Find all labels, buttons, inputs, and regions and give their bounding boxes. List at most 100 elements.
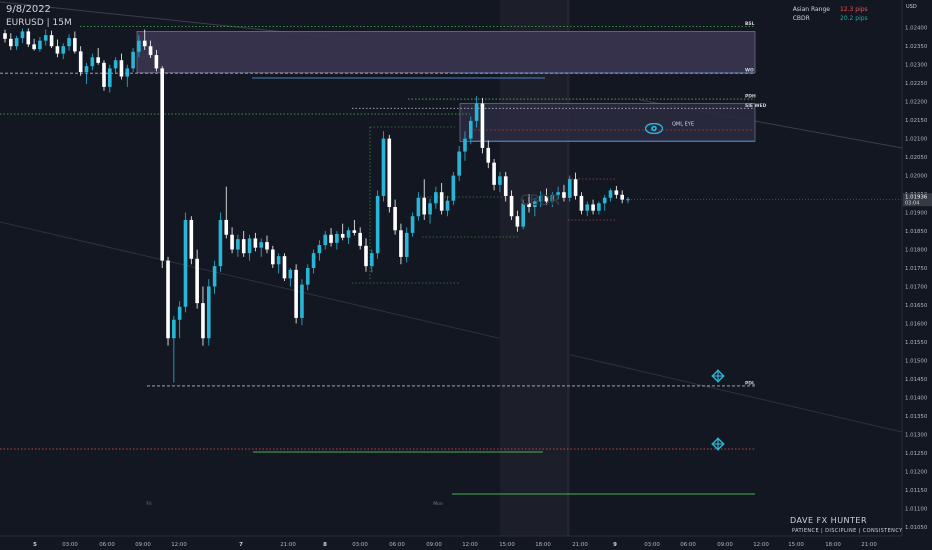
x-tick-label: 18:00 [825, 542, 841, 548]
brand-title: DAVE FX HUNTER [790, 516, 868, 525]
y-tick-label: 1.01600 [905, 321, 928, 327]
candle-body [84, 66, 89, 73]
candle-body [137, 40, 141, 52]
candle-body [614, 190, 619, 195]
y-tick-label: 1.01850 [905, 229, 928, 235]
candle-body [96, 57, 100, 63]
session-highlight [500, 0, 570, 536]
candle-body [49, 35, 54, 47]
x-tick-label: 09:00 [426, 542, 442, 548]
y-tick-label: 1.01650 [905, 303, 928, 309]
candle-body [451, 175, 456, 201]
candle-body [247, 238, 252, 254]
x-tick-label: 06:00 [99, 542, 115, 548]
candle-body [597, 203, 601, 211]
candle-body [9, 38, 13, 47]
candle-body [43, 35, 48, 41]
candle-body [509, 195, 514, 217]
x-tick-label: 06:00 [389, 542, 405, 548]
level-label: WO [745, 68, 754, 74]
y-tick-label: 1.01400 [905, 395, 928, 401]
x-tick-label: 03:00 [352, 542, 368, 548]
candle-body [288, 269, 293, 279]
y-tick-label: 1.01550 [905, 340, 928, 346]
candle-body [107, 68, 112, 87]
candle-body [620, 194, 624, 200]
candle-body [3, 33, 7, 39]
crosshair-target-icon[interactable] [711, 369, 725, 383]
y-tick-label: 1.01050 [905, 525, 928, 531]
candle-body [160, 68, 165, 261]
candle-body [271, 249, 275, 265]
candle-body [20, 31, 25, 39]
candle-body [294, 269, 298, 318]
asian-range-label: Asian Range [792, 6, 830, 13]
candle-body [445, 200, 450, 211]
candle-body [335, 233, 339, 243]
y-tick-label: 1.02350 [905, 44, 928, 50]
y-tick-label: 1.01150 [905, 488, 928, 494]
y-tick-label: 1.01350 [905, 414, 928, 420]
x-tick-label: 21:00 [572, 542, 588, 548]
candle-body [259, 242, 263, 248]
y-tick-label: 1.01800 [905, 248, 928, 254]
x-tick-label: 12:00 [462, 542, 478, 548]
candle-body [166, 260, 170, 339]
candle-body [131, 51, 135, 69]
y-tick-label: 1.01500 [905, 358, 928, 364]
y-tick-label: 1.01450 [905, 377, 928, 383]
candle-body [61, 46, 66, 54]
level-label: PDL [745, 380, 755, 386]
level-label: BSL [745, 21, 755, 27]
candle-body [323, 234, 328, 246]
x-tick-label: 06:00 [680, 542, 696, 548]
candle-body [78, 51, 83, 73]
candle-body [370, 253, 374, 267]
candle-body [585, 204, 590, 211]
candle-body [608, 190, 613, 198]
y-tick-label: 1.01700 [905, 284, 928, 290]
candle-body [55, 46, 60, 54]
y-tick-label: 1.01250 [905, 451, 928, 457]
candle-body [253, 238, 258, 248]
candle-body [73, 38, 77, 52]
candle-body [224, 219, 229, 235]
candle-body [119, 60, 124, 77]
x-tick-label: 03:00 [644, 542, 660, 548]
candle-body [439, 192, 444, 211]
candle-body [358, 232, 362, 246]
cbdr-value: 20.2 pips [840, 15, 868, 22]
level-label: PDH [745, 94, 756, 100]
y-tick-label: 1.02100 [905, 137, 928, 143]
candle-body [177, 306, 182, 320]
candle-body [486, 147, 491, 163]
symbol-timeframe[interactable]: EURUSD | 15M [6, 18, 72, 28]
y-tick-label: 1.02300 [905, 63, 928, 69]
candle-body [154, 55, 159, 69]
candle-body [422, 197, 427, 215]
y-tick-label: 1.02200 [905, 100, 928, 106]
cbdr-row: CBDR 20.2 pips [793, 14, 884, 23]
asian-range-row: Asian Range 12.3 pips [793, 5, 884, 14]
candle-body [410, 216, 415, 233]
level-label: SIE WED [745, 103, 767, 109]
candle-body [265, 242, 269, 250]
candle-body [329, 234, 333, 243]
candle-body [515, 216, 520, 227]
crosshair-target-icon[interactable] [711, 437, 725, 451]
candlestick-chart[interactable]: QML EYE BSL WO PDH SIE WED PDL CBDR USD 1.02400 1… [0, 0, 932, 550]
supply-zone [136, 31, 756, 74]
candle-body [311, 253, 316, 268]
session-stats-panel: Asian Range 12.3 pips CBDR 20.2 pips [793, 5, 884, 23]
candle-body [142, 40, 147, 47]
candle-body [317, 245, 322, 254]
candle-body [241, 239, 246, 254]
candle-body [38, 40, 42, 50]
brand-motto: PATIENCE | DISCIPLINE | CONSISTENCY [792, 528, 903, 534]
candle-body [352, 230, 357, 233]
x-tick-label: 5 [33, 542, 37, 548]
chart-date: 9/8/2022 [6, 4, 51, 15]
y-tick-label: 1.02050 [905, 155, 928, 161]
candle-body [463, 138, 467, 152]
candle-body [236, 239, 240, 250]
